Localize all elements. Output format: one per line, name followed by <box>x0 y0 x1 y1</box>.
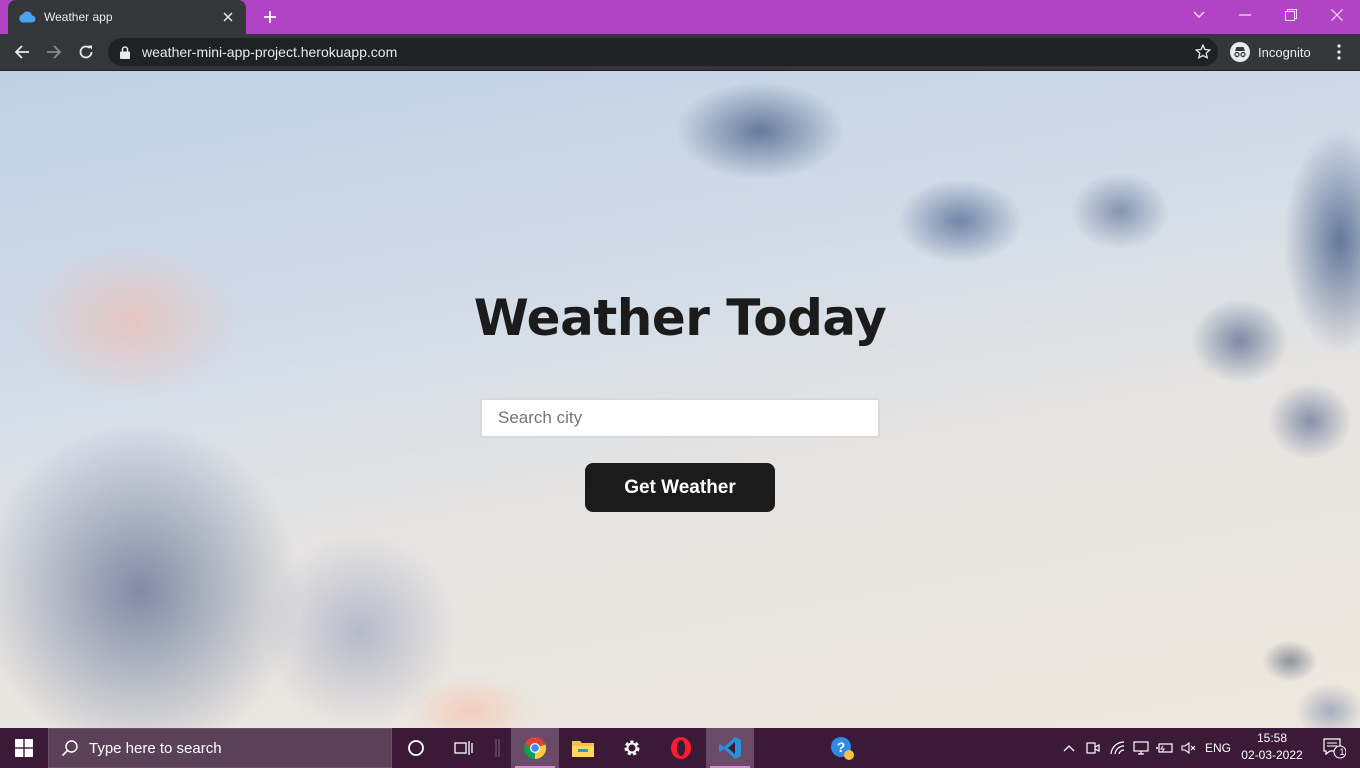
clock-time: 15:58 <box>1256 731 1288 745</box>
clock-date: 02-03-2022 <box>1241 748 1303 762</box>
back-button[interactable] <box>8 38 36 66</box>
new-tab-button[interactable] <box>258 5 282 29</box>
file-explorer-icon[interactable] <box>559 728 607 768</box>
taskbar-search-placeholder: Type here to search <box>89 739 222 757</box>
language-indicator[interactable]: ENG <box>1202 728 1234 768</box>
battery-icon[interactable] <box>1154 728 1176 768</box>
minimize-button[interactable] <box>1222 0 1268 30</box>
url-text: weather-mini-app-project.herokuapp.com <box>142 44 398 60</box>
cloud-icon <box>18 10 36 24</box>
windows-taskbar: Type here to search ? ENG 15:58 02-03-20… <box>0 728 1360 768</box>
tab-title: Weather app <box>44 10 113 24</box>
close-window-button[interactable] <box>1314 0 1360 30</box>
wifi-icon[interactable] <box>1106 728 1130 768</box>
task-view-icon[interactable] <box>440 728 488 768</box>
browser-toolbar: weather-mini-app-project.herokuapp.com I… <box>0 34 1360 71</box>
page-title: Weather Today <box>473 289 887 347</box>
browser-tab-active[interactable]: Weather app <box>8 0 246 34</box>
address-bar[interactable]: weather-mini-app-project.herokuapp.com <box>108 38 1218 66</box>
incognito-icon <box>1230 42 1250 62</box>
opera-icon[interactable] <box>657 728 705 768</box>
weather-page: Weather Today Get Weather <box>0 71 1360 728</box>
notification-center-icon[interactable]: 1 <box>1314 728 1354 768</box>
bookmark-star-icon[interactable] <box>1188 38 1218 66</box>
volume-muted-icon[interactable] <box>1178 728 1200 768</box>
show-hidden-icons-icon[interactable] <box>1058 728 1080 768</box>
browser-titlebar: Weather app <box>0 0 1360 34</box>
restore-button[interactable] <box>1268 0 1314 30</box>
notification-count-badge: 1 <box>1339 747 1345 757</box>
svg-text:?: ? <box>837 739 846 755</box>
tab-search-icon[interactable] <box>1176 0 1222 30</box>
city-search-input[interactable] <box>480 398 880 438</box>
close-tab-icon[interactable] <box>220 9 236 25</box>
incognito-label: Incognito <box>1258 44 1311 60</box>
incognito-profile-button[interactable]: Incognito <box>1226 39 1321 65</box>
search-icon <box>61 739 79 757</box>
windows-start-icon[interactable] <box>0 728 48 768</box>
reload-button[interactable] <box>72 38 100 66</box>
chrome-icon[interactable] <box>511 728 559 768</box>
forward-button[interactable] <box>40 38 68 66</box>
help-icon[interactable]: ? <box>818 728 866 768</box>
settings-icon[interactable] <box>608 728 656 768</box>
taskbar-clock[interactable]: 15:58 02-03-2022 <box>1236 730 1308 766</box>
taskbar-divider <box>488 728 508 768</box>
more-options-icon[interactable] <box>1326 38 1352 66</box>
taskbar-search-box[interactable]: Type here to search <box>48 728 392 768</box>
display-icon[interactable] <box>1130 728 1152 768</box>
get-weather-button[interactable]: Get Weather <box>585 463 775 512</box>
vscode-icon[interactable] <box>706 728 754 768</box>
cortana-icon[interactable] <box>392 728 440 768</box>
meet-now-icon[interactable] <box>1082 728 1104 768</box>
lock-icon <box>120 45 134 59</box>
